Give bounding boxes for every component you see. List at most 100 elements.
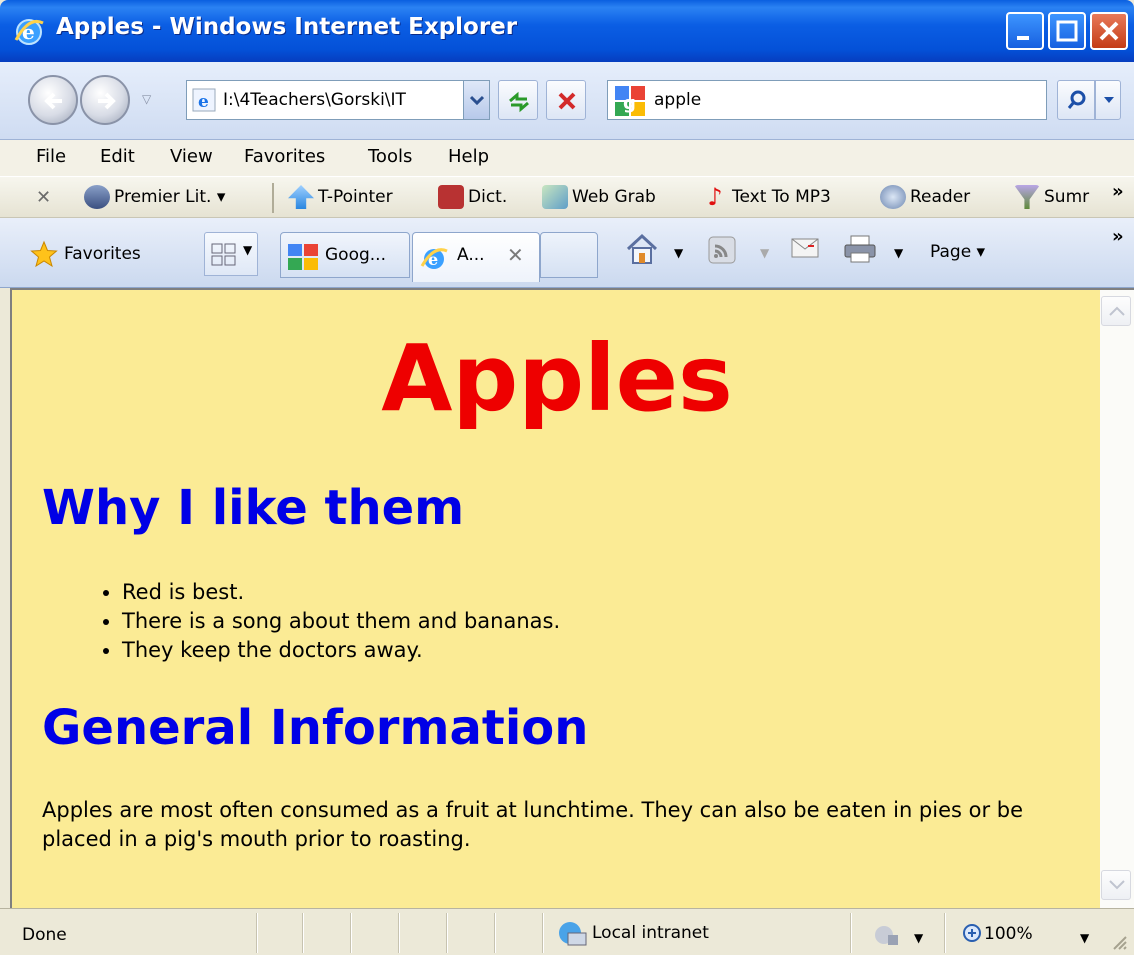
maximize-icon (1056, 20, 1078, 42)
search-box[interactable]: g apple (607, 80, 1047, 120)
lock-globe-icon (875, 926, 898, 945)
list-item: Red is best. (122, 578, 560, 607)
address-text[interactable]: I:\4Teachers\Gorski\IT (223, 90, 453, 110)
link-text-to-mp3[interactable]: ♪ Text To MP3 (702, 185, 831, 213)
security-zone[interactable]: Local intranet (556, 919, 709, 947)
link-web-grab[interactable]: Web Grab (542, 185, 656, 213)
ie-logo-icon: e (14, 19, 44, 45)
close-button[interactable] (1090, 12, 1128, 50)
title-bar: e Apples - Windows Internet Explorer (0, 0, 1134, 62)
reader-icon (880, 185, 906, 209)
menu-help[interactable]: Help (448, 146, 489, 167)
stop-button[interactable] (546, 80, 586, 120)
home-dropdown-icon[interactable]: ▼ (674, 246, 683, 260)
tab-list-dropdown-icon[interactable]: ▼ (243, 243, 252, 257)
status-divider (446, 913, 448, 953)
protected-mode-button[interactable] (872, 923, 902, 952)
print-button[interactable] (842, 234, 878, 269)
menu-edit[interactable]: Edit (100, 146, 135, 167)
menu-file[interactable]: File (36, 146, 66, 167)
local-intranet-icon (559, 922, 587, 946)
menu-view[interactable]: View (170, 146, 213, 167)
music-icon: ♪ (707, 183, 723, 211)
mail-icon (791, 238, 819, 258)
navigation-bar: ▽ e I:\4Teachers\Gorski\IT g apple (0, 62, 1134, 140)
status-divider (494, 913, 496, 953)
zoom-icon (963, 924, 981, 942)
pointer-icon (288, 185, 314, 209)
link-reader[interactable]: Reader (880, 185, 970, 213)
link-dictionary[interactable]: Dict. (438, 185, 507, 213)
address-bar[interactable]: e I:\4Teachers\Gorski\IT (186, 80, 490, 120)
scroll-up-button[interactable] (1101, 296, 1131, 326)
tab-command-bar: Favorites ▼ Goog... e A... ✕ ▼ ▼ ▼ Page … (0, 218, 1134, 288)
resize-grip-icon[interactable] (1110, 933, 1128, 951)
search-input[interactable]: apple (654, 90, 701, 110)
status-divider (350, 913, 352, 953)
chevron-down-icon (1104, 97, 1114, 103)
command-overflow-chevron-icon[interactable]: » (1112, 226, 1124, 247)
svg-text:e: e (198, 92, 209, 112)
feeds-dropdown-icon[interactable]: ▼ (760, 246, 769, 260)
feeds-button[interactable] (708, 236, 736, 269)
page-menu-button[interactable]: Page ▾ (930, 242, 985, 262)
tab-google[interactable]: Goog... (280, 232, 410, 278)
stop-icon (558, 92, 576, 110)
menu-tools[interactable]: Tools (368, 146, 412, 167)
status-divider (944, 913, 946, 953)
summarizer-icon (1014, 185, 1040, 209)
favorites-button[interactable]: Favorites (30, 240, 141, 268)
zoom-dropdown-icon[interactable]: ▼ (1080, 931, 1089, 945)
minimize-icon (1017, 36, 1029, 40)
forward-arrow-icon (98, 92, 116, 110)
toolbar-overflow-chevron-icon[interactable]: » (1112, 181, 1124, 202)
zoom-level-button[interactable]: 100% (962, 923, 1033, 945)
read-mail-button[interactable] (790, 236, 820, 265)
tab-label: Goog... (325, 245, 386, 265)
print-dropdown-icon[interactable]: ▼ (894, 246, 903, 260)
quick-tabs-icon (211, 243, 236, 266)
quick-tabs-button[interactable]: ▼ (204, 232, 258, 276)
reasons-list: Red is best. There is a song about them … (122, 578, 560, 665)
section-heading-general: General Information (42, 700, 589, 756)
search-button[interactable] (1057, 80, 1095, 120)
favorites-label: Favorites (64, 244, 141, 264)
tab-label: A... (457, 245, 485, 265)
vertical-scrollbar[interactable] (1100, 288, 1134, 908)
protected-mode-dropdown-icon[interactable]: ▼ (914, 931, 923, 945)
close-tab-icon[interactable]: ✕ (507, 243, 524, 267)
tab-apples-active[interactable]: e A... ✕ (412, 232, 540, 282)
back-button[interactable] (28, 75, 78, 125)
address-dropdown-button[interactable] (463, 81, 489, 119)
home-button[interactable] (624, 232, 660, 271)
minimize-button[interactable] (1006, 12, 1044, 50)
webgrab-icon (542, 185, 568, 209)
recent-pages-dropdown-icon[interactable]: ▽ (142, 92, 151, 106)
general-paragraph: Apples are most often consumed as a frui… (42, 798, 1024, 851)
maximize-button[interactable] (1048, 12, 1086, 50)
premier-icon (84, 185, 110, 209)
scroll-down-button[interactable] (1101, 870, 1131, 900)
new-tab-button[interactable] (540, 232, 598, 278)
window-title: Apples - Windows Internet Explorer (56, 14, 518, 40)
menu-bar: File Edit View Favorites Tools Help (0, 140, 1134, 176)
search-options-dropdown[interactable] (1095, 80, 1121, 120)
google-icon (288, 244, 318, 270)
menu-favorites[interactable]: Favorites (244, 146, 325, 167)
page-viewport: Apples Why I like them Red is best. Ther… (10, 288, 1100, 908)
refresh-button[interactable] (498, 80, 538, 120)
link-summarizer[interactable]: Sumr (1014, 185, 1100, 213)
status-bar: Done Local intranet ▼ 100% ▼ (0, 908, 1134, 955)
link-premier-lit[interactable]: Premier Lit. ▾ (84, 185, 225, 213)
rss-feed-icon (708, 236, 736, 264)
status-divider (850, 913, 852, 953)
link-t-pointer[interactable]: T-Pointer (288, 185, 393, 213)
status-divider (302, 913, 304, 953)
forward-button[interactable] (80, 75, 130, 125)
close-toolbar-icon[interactable]: ✕ (36, 187, 51, 208)
chevron-up-icon (1109, 306, 1125, 316)
chevron-down-icon (470, 95, 484, 105)
favorites-star-icon (30, 240, 58, 268)
ie-page-icon: e (192, 88, 216, 112)
list-item: They keep the doctors away. (122, 636, 560, 665)
